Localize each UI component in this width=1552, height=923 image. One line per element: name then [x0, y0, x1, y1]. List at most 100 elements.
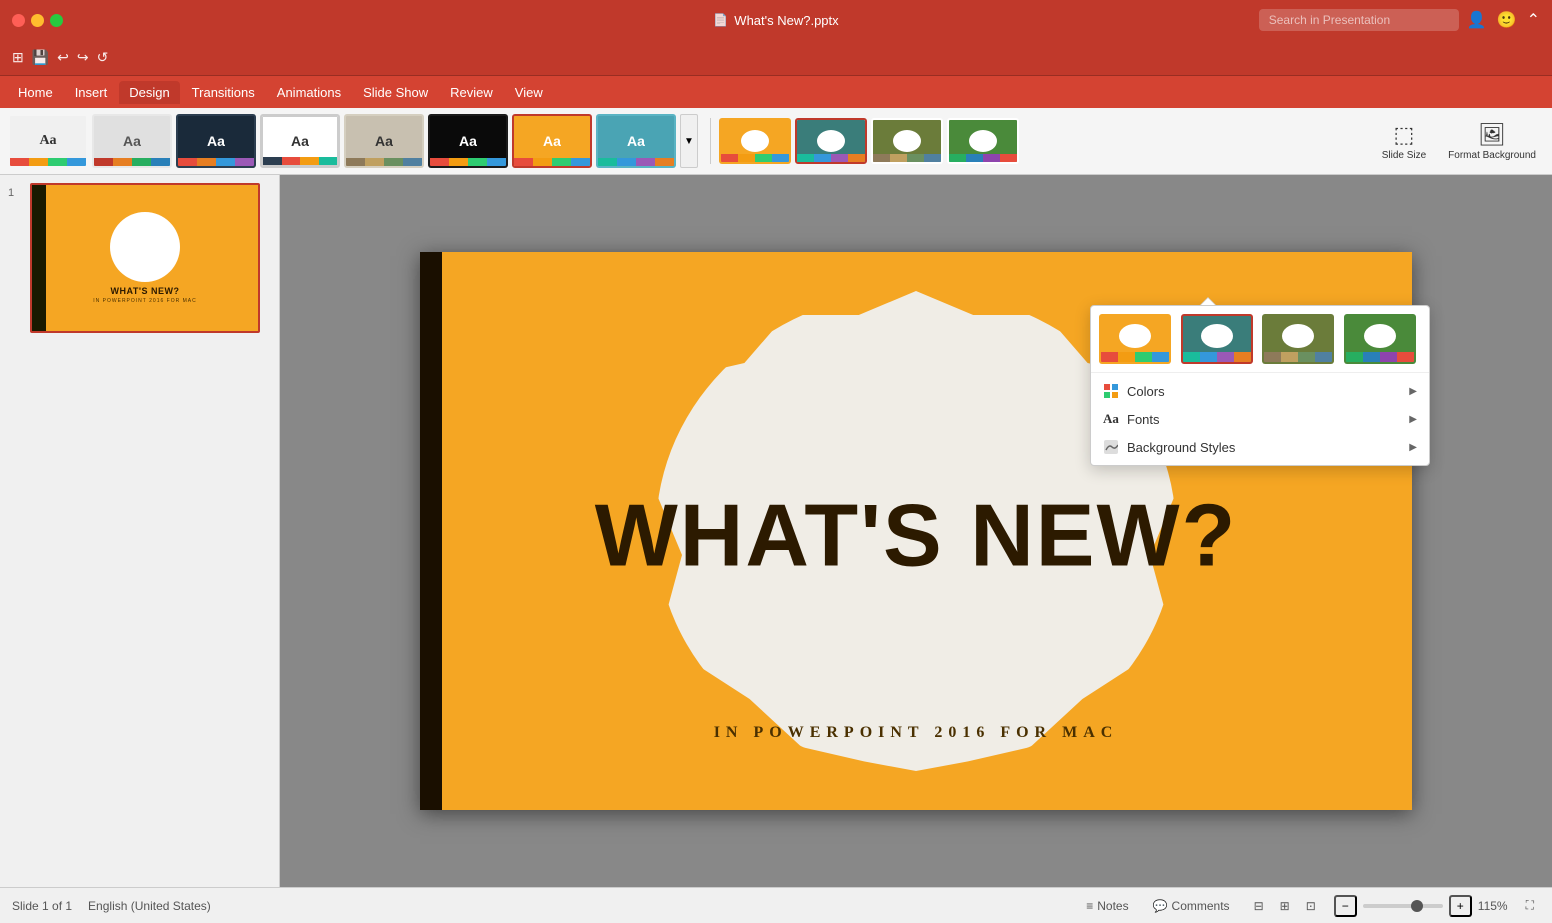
dropdown-variant-2[interactable]	[1181, 314, 1253, 364]
status-left: Slide 1 of 1 English (United States)	[12, 899, 211, 913]
file-icon: 📄	[713, 13, 728, 27]
fonts-arrow: ▶	[1409, 414, 1417, 425]
theme-8[interactable]: Aa	[596, 114, 676, 168]
slide-thumb-badge	[110, 212, 180, 282]
colors-icon	[1103, 383, 1119, 399]
fit-to-window-button[interactable]: ⛶	[1520, 896, 1540, 915]
comments-button[interactable]: 💬 Comments	[1147, 897, 1236, 915]
dropdown-menu-items: Colors ▶ Aa Fonts ▶	[1091, 373, 1429, 465]
zoom-slider-track[interactable]	[1363, 904, 1443, 908]
menu-insert[interactable]: Insert	[65, 81, 118, 104]
theme-2[interactable]: Aa	[92, 114, 172, 168]
menu-animations[interactable]: Animations	[267, 81, 351, 104]
theme-variant-grid	[1091, 306, 1429, 373]
close-button[interactable]	[12, 14, 25, 27]
menu-slideshow[interactable]: Slide Show	[353, 81, 438, 104]
comments-icon: 💬	[1153, 899, 1168, 913]
zoom-slider-thumb[interactable]	[1411, 900, 1423, 912]
slide-info: Slide 1 of 1	[12, 899, 72, 913]
slide-panel: 1 WHAT'S NEW? IN POWERPOINT 2016 FOR MAC	[0, 175, 280, 887]
slide-thumbnail-wrapper: 1 WHAT'S NEW? IN POWERPOINT 2016 FOR MAC	[8, 183, 271, 333]
theme-7[interactable]: Aa	[512, 114, 592, 168]
slide-size-button[interactable]: ⬚ Slide Size	[1374, 118, 1434, 165]
format-background-button[interactable]: 🖼 Format Background	[1440, 118, 1544, 165]
background-styles-icon	[1103, 439, 1119, 455]
slide-thumbnail[interactable]: WHAT'S NEW? IN POWERPOINT 2016 FOR MAC	[30, 183, 260, 333]
search-input[interactable]	[1259, 9, 1459, 31]
language-info: English (United States)	[88, 899, 211, 913]
grid-icon[interactable]: ⊞	[12, 49, 24, 66]
theme-selector-panel: Colors ▶ Aa Fonts ▶	[1090, 305, 1430, 466]
colors-item-left: Colors	[1103, 383, 1165, 399]
bg-styles-arrow: ▶	[1409, 442, 1417, 453]
theme-3[interactable]: Aa	[176, 114, 256, 168]
slide-size-icon: ⬚	[1394, 122, 1415, 148]
menu-home[interactable]: Home	[8, 81, 63, 104]
slide-subtitle[interactable]: IN POWERPOINT 2016 FOR MAC	[714, 724, 1119, 742]
main-area: 1 WHAT'S NEW? IN POWERPOINT 2016 FOR MAC	[0, 175, 1552, 887]
zoom-out-button[interactable]: −	[1334, 895, 1357, 917]
title-bar-right: 👤 🙂 ⌃	[1259, 9, 1540, 31]
variant-4[interactable]	[947, 118, 1019, 164]
blob-shape	[115, 222, 175, 272]
save-icon[interactable]: 💾	[32, 49, 49, 66]
title-bar: 📄 What's New?.pptx 👤 🙂 ⌃	[0, 0, 1552, 40]
cloud-shape	[1201, 324, 1233, 348]
normal-view-button[interactable]: ⊟	[1248, 897, 1270, 915]
theme-6[interactable]: Aa	[428, 114, 508, 168]
toolbar: ⊞ 💾 ↩ ↪ ↺	[0, 40, 1552, 76]
theme-5[interactable]: Aa	[344, 114, 424, 168]
cloud-shape	[1364, 324, 1396, 348]
variant-3[interactable]	[871, 118, 943, 164]
fonts-icon: Aa	[1103, 411, 1119, 427]
variant-1[interactable]	[719, 118, 791, 164]
canvas-area[interactable]: WHAT'S NEW? IN POWERPOINT 2016 FOR MAC	[280, 175, 1552, 887]
menu-transitions[interactable]: Transitions	[182, 81, 265, 104]
minimize-button[interactable]	[31, 14, 44, 27]
slide-left-bar	[420, 252, 442, 810]
dropdown-variant-3[interactable]	[1262, 314, 1334, 364]
user-icon[interactable]: 👤	[1467, 10, 1487, 30]
menu-design[interactable]: Design	[119, 81, 179, 104]
chevron-up-icon[interactable]: ⌃	[1527, 10, 1540, 30]
notes-icon: ≡	[1086, 899, 1093, 913]
themes-expand-button[interactable]: ▼	[680, 114, 698, 168]
theme-4[interactable]: Aa	[260, 114, 340, 168]
status-right: ≡ Notes 💬 Comments ⊟ ⊞ ⊡ − + 115% ⛶	[1080, 895, 1540, 917]
dropdown-fonts-item[interactable]: Aa Fonts ▶	[1091, 405, 1429, 433]
theme-1[interactable]: Aa	[8, 114, 88, 168]
window-title: 📄 What's New?.pptx	[713, 13, 838, 28]
window-controls[interactable]	[12, 14, 63, 27]
grid-view-button[interactable]: ⊞	[1274, 897, 1296, 915]
ribbon-right: ⬚ Slide Size 🖼 Format Background	[1374, 118, 1544, 165]
dropdown-colors-item[interactable]: Colors ▶	[1091, 377, 1429, 405]
undo-icon[interactable]: ↩	[57, 49, 69, 66]
slide-thumb-subtitle: IN POWERPOINT 2016 FOR MAC	[93, 298, 196, 304]
menu-view[interactable]: View	[505, 81, 553, 104]
variant-2[interactable]	[795, 118, 867, 164]
notes-button[interactable]: ≡ Notes	[1080, 897, 1134, 915]
dropdown-arrow-up-inner	[1201, 298, 1215, 305]
dropdown-container[interactable]: Colors ▶ Aa Fonts ▶	[1090, 305, 1430, 466]
cloud-shape	[1119, 324, 1151, 348]
redo-icon[interactable]: ↺	[97, 49, 109, 66]
reading-view-button[interactable]: ⊡	[1300, 897, 1322, 915]
emoji-icon[interactable]: 🙂	[1497, 10, 1517, 30]
menu-review[interactable]: Review	[440, 81, 503, 104]
bg-styles-item-left: Background Styles	[1103, 439, 1235, 455]
dropdown-variant-4[interactable]	[1344, 314, 1416, 364]
maximize-button[interactable]	[50, 14, 63, 27]
ribbon: Aa Aa Aa Aa Aa Aa	[0, 108, 1552, 175]
format-background-icon: 🖼	[1478, 122, 1506, 148]
undo-arrow-icon[interactable]: ↪	[77, 49, 89, 66]
menu-bar: Home Insert Design Transitions Animation…	[0, 76, 1552, 108]
slide-number: 1	[8, 187, 24, 199]
status-bar: Slide 1 of 1 English (United States) ≡ N…	[0, 887, 1552, 923]
colors-arrow: ▶	[1409, 386, 1417, 397]
zoom-control: − + 115%	[1334, 895, 1508, 917]
dropdown-variant-1[interactable]	[1099, 314, 1171, 364]
dropdown-bg-styles-item[interactable]: Background Styles ▶	[1091, 433, 1429, 461]
fonts-item-left: Aa Fonts	[1103, 411, 1160, 427]
slide-title[interactable]: WHAT'S NEW?	[595, 491, 1238, 579]
zoom-in-button[interactable]: +	[1449, 895, 1472, 917]
